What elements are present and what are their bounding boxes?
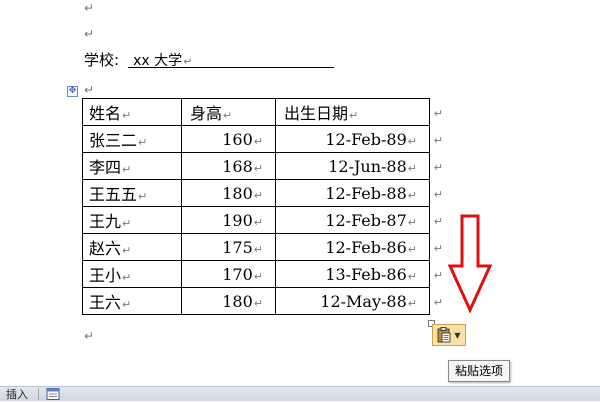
- cell-name[interactable]: 王六↵: [82, 287, 182, 315]
- table-header-row: 姓名↵ 身高↵ 出生日期↵ ↵: [82, 98, 443, 126]
- table-row: 王小↵ 170↵ 13-Feb-86↵ ↵: [82, 260, 443, 288]
- cell-birthdate[interactable]: 12-May-88↵ ↵: [275, 287, 443, 315]
- table-move-handle-icon[interactable]: ✥: [67, 86, 78, 97]
- cell-name[interactable]: 王小↵: [82, 260, 182, 288]
- cell-height[interactable]: 160↵: [181, 125, 276, 153]
- paragraph-mark: ↵: [84, 83, 95, 97]
- cell-name[interactable]: 王五五↵: [82, 179, 182, 207]
- paragraph-mark: ↵: [84, 27, 95, 41]
- status-divider: [38, 388, 39, 400]
- table-row: 王九↵ 190↵ 12-Feb-87↵ ↵: [82, 206, 443, 234]
- cell-height[interactable]: 168↵: [181, 152, 276, 180]
- cell-height[interactable]: 180↵: [181, 179, 276, 207]
- clipboard-icon: [437, 327, 451, 343]
- table-row: 赵六↵ 175↵ 12-Feb-86↵ ↵: [82, 233, 443, 261]
- cell-name[interactable]: 赵六↵: [82, 233, 182, 261]
- table-row: 王六↵ 180↵ 12-May-88↵ ↵: [82, 287, 443, 315]
- table-row: 王五五↵ 180↵ 12-Feb-88↵ ↵: [82, 179, 443, 207]
- cell-name[interactable]: 王九↵: [82, 206, 182, 234]
- header-height[interactable]: 身高↵: [181, 98, 276, 126]
- cell-height[interactable]: 170↵: [181, 260, 276, 288]
- table-row: 李四↵ 168↵ 12-Jun-88↵ ↵: [82, 152, 443, 180]
- table-row: 张三二↵ 160↵ 12-Feb-89↵ ↵: [82, 125, 443, 153]
- cell-birthdate[interactable]: 12-Feb-87↵ ↵: [275, 206, 443, 234]
- data-table[interactable]: 姓名↵ 身高↵ 出生日期↵ ↵ 张三二↵ 160↵ 12-Feb-89↵ ↵ 李四↵…: [82, 98, 443, 315]
- cell-name[interactable]: 张三二↵: [82, 125, 182, 153]
- cell-birthdate[interactable]: 13-Feb-86↵ ↵: [275, 260, 443, 288]
- school-value: xx 大学: [133, 53, 183, 69]
- paste-options-button[interactable]: ▼: [432, 324, 466, 346]
- cell-birthdate[interactable]: 12-Feb-86↵ ↵: [275, 233, 443, 261]
- cell-birthdate[interactable]: 12-Feb-89↵ ↵: [275, 125, 443, 153]
- paste-options-tooltip: 粘贴选项: [448, 360, 511, 382]
- cell-birthdate[interactable]: 12-Feb-88↵ ↵: [275, 179, 443, 207]
- document-view-icon[interactable]: [46, 388, 60, 400]
- header-name[interactable]: 姓名↵: [82, 98, 182, 126]
- down-arrow-icon: [448, 214, 492, 314]
- status-bar: 插入: [0, 386, 600, 401]
- cell-birthdate[interactable]: 12-Jun-88↵ ↵: [275, 152, 443, 180]
- school-underline: [128, 67, 334, 68]
- paragraph-mark: ↵: [84, 329, 95, 343]
- cell-height[interactable]: 175↵: [181, 233, 276, 261]
- cell-height[interactable]: 180↵: [181, 287, 276, 315]
- cell-height[interactable]: 190↵: [181, 206, 276, 234]
- cell-name[interactable]: 李四↵: [82, 152, 182, 180]
- header-birthdate[interactable]: 出生日期↵ ↵: [275, 98, 443, 126]
- paragraph-mark: ↵: [84, 1, 95, 15]
- school-label: 学校:: [84, 51, 120, 69]
- dropdown-arrow-icon: ▼: [454, 330, 461, 340]
